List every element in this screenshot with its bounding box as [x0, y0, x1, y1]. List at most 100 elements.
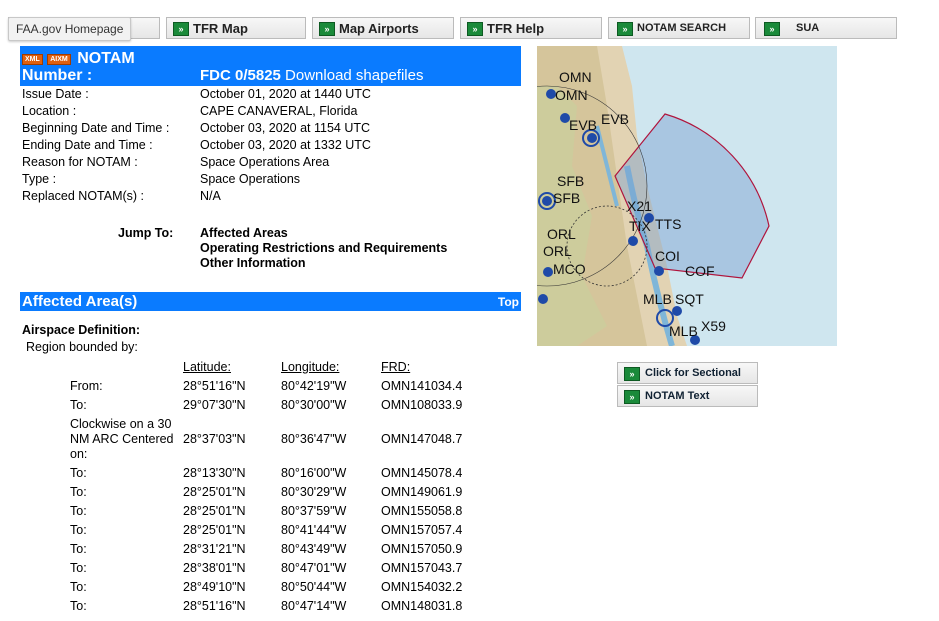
map-label: MCO: [553, 261, 586, 277]
location-label: Location :: [22, 104, 77, 118]
map-label: OMN: [559, 69, 592, 85]
sectional-label: Click for Sectional: [645, 367, 741, 379]
issue-date-value: October 01, 2020 at 1440 UTC: [200, 87, 371, 101]
map-label: SFB: [557, 173, 584, 189]
jump-affected-areas-link[interactable]: Affected Areas: [200, 226, 288, 240]
coord-longitude: 80°30'00"W: [281, 398, 347, 412]
tooltip-faa-homepage: FAA.gov Homepage: [8, 17, 132, 41]
coord-longitude: 80°50'44"W: [281, 580, 347, 594]
map-label: MLB: [669, 323, 698, 339]
notam-number: FDC 0/5825: [200, 67, 281, 84]
map-label: TIX: [629, 218, 651, 234]
sectional-map-image: OMN OMN EVB EVB SFB SFB X21 TIX TTS ORL …: [537, 46, 837, 346]
map-label: SQT: [675, 291, 704, 307]
coord-longitude: 80°36'47"W: [281, 432, 347, 446]
coord-frd: OMN157050.9: [381, 542, 463, 556]
coord-row-kind: From:: [70, 379, 103, 393]
coord-frd: OMN148031.8: [381, 599, 463, 613]
coord-longitude: 80°42'19"W: [281, 379, 347, 393]
coord-latitude: 28°25'01"N: [183, 485, 246, 499]
map-label: MLB: [643, 291, 672, 307]
double-arrow-icon: »: [624, 367, 640, 381]
nav-tfr-map-button[interactable]: » TFR Map: [166, 17, 306, 39]
map-label: COF: [685, 263, 715, 279]
jump-restrictions-link[interactable]: Operating Restrictions and Requirements: [200, 241, 447, 255]
location-value: CAPE CANAVERAL, Florida: [200, 104, 358, 118]
nav-map-airports-button[interactable]: » Map Airports: [312, 17, 454, 39]
tfr-sectional-map[interactable]: OMN OMN EVB EVB SFB SFB X21 TIX TTS ORL …: [537, 46, 837, 346]
region-bounded-label: Region bounded by:: [26, 340, 138, 354]
longitude-header: Longitude:: [281, 360, 340, 374]
coord-row-kind: To:: [70, 599, 87, 613]
notam-title: NOTAM: [77, 50, 135, 67]
coord-latitude: 28°13'30"N: [183, 466, 246, 480]
double-arrow-icon: »: [173, 22, 189, 36]
map-label: EVB: [569, 117, 597, 133]
jump-to-label: Jump To:: [118, 226, 174, 240]
map-label: X59: [701, 318, 726, 334]
coord-frd: OMN157043.7: [381, 561, 463, 575]
coord-row-kind: To:: [70, 466, 87, 480]
nav-label: TFR Map: [193, 21, 248, 36]
coord-longitude: 80°16'00"W: [281, 466, 347, 480]
coord-row-kind: To:: [70, 580, 87, 594]
coord-row-kind: Clockwise on a 30 NM ARC Centered on:: [70, 417, 174, 461]
map-label: OMN: [555, 87, 588, 103]
reason-label: Reason for NOTAM :: [22, 155, 138, 169]
coord-latitude: 28°49'10"N: [183, 580, 246, 594]
map-label: COI: [655, 248, 680, 264]
coord-frd: OMN149061.9: [381, 485, 463, 499]
issue-date-label: Issue Date :: [22, 87, 89, 101]
coord-longitude: 80°47'14"W: [281, 599, 347, 613]
coord-row-kind: To:: [70, 523, 87, 537]
replaced-label: Replaced NOTAM(s) :: [22, 189, 145, 203]
coord-longitude: 80°47'01"W: [281, 561, 347, 575]
coord-frd: OMN157057.4: [381, 523, 463, 537]
double-arrow-icon: »: [624, 390, 640, 404]
end-date-value: October 03, 2020 at 1332 UTC: [200, 138, 371, 152]
number-label: Number :: [22, 67, 93, 84]
coord-latitude: 28°25'01"N: [183, 523, 246, 537]
coord-longitude: 80°41'44"W: [281, 523, 347, 537]
click-for-sectional-button[interactable]: » Click for Sectional: [617, 362, 758, 384]
latitude-header: Latitude:: [183, 360, 231, 374]
nav-sua-button[interactable]: » SUA: [755, 17, 897, 39]
double-arrow-icon: »: [617, 22, 633, 36]
jump-other-info-link[interactable]: Other Information: [200, 256, 306, 270]
affected-areas-title: Affected Area(s): [22, 293, 138, 310]
xml-badge[interactable]: XML: [22, 53, 43, 65]
nav-tfr-help-button[interactable]: » TFR Help: [460, 17, 602, 39]
coord-row-kind: To:: [70, 542, 87, 556]
coord-latitude: 28°51'16"N: [183, 599, 246, 613]
coord-latitude: 29°07'30"N: [183, 398, 246, 412]
coord-row-kind: To:: [70, 561, 87, 575]
end-date-label: Ending Date and Time :: [22, 138, 153, 152]
coord-frd: OMN155058.8: [381, 504, 463, 518]
reason-value: Space Operations Area: [200, 155, 330, 169]
nav-label: SUA: [796, 22, 820, 34]
notam-header-bar: XML AIXM NOTAM Number : FDC 0/5825 Downl…: [20, 46, 521, 86]
aixm-badge[interactable]: AIXM: [47, 53, 71, 65]
coord-frd: OMN154032.2: [381, 580, 463, 594]
top-link[interactable]: Top: [498, 295, 519, 309]
map-label: ORL: [543, 243, 572, 259]
double-arrow-icon: »: [319, 22, 335, 36]
coord-frd: OMN108033.9: [381, 398, 463, 412]
coord-latitude: 28°38'01"N: [183, 561, 246, 575]
coord-latitude: 28°51'16"N: [183, 379, 246, 393]
map-label: EVB: [601, 111, 629, 127]
nav-notam-search-button[interactable]: » NOTAM SEARCH: [608, 17, 750, 39]
coord-latitude: 28°25'01"N: [183, 504, 246, 518]
type-value: Space Operations: [200, 172, 301, 186]
nav-label: NOTAM SEARCH: [637, 22, 727, 34]
frd-header: FRD:: [381, 360, 411, 374]
coord-latitude: 28°31'21"N: [183, 542, 246, 556]
coord-row-kind: To:: [70, 504, 87, 518]
double-arrow-icon: »: [467, 22, 483, 36]
download-shapefiles-link[interactable]: Download shapefiles: [285, 67, 423, 84]
airspace-definition-label: Airspace Definition:: [22, 323, 141, 337]
nav-label: Map Airports: [339, 21, 419, 36]
notam-text-button[interactable]: » NOTAM Text: [617, 385, 758, 407]
map-label: TTS: [655, 216, 681, 232]
begin-date-value: October 03, 2020 at 1154 UTC: [200, 121, 371, 135]
